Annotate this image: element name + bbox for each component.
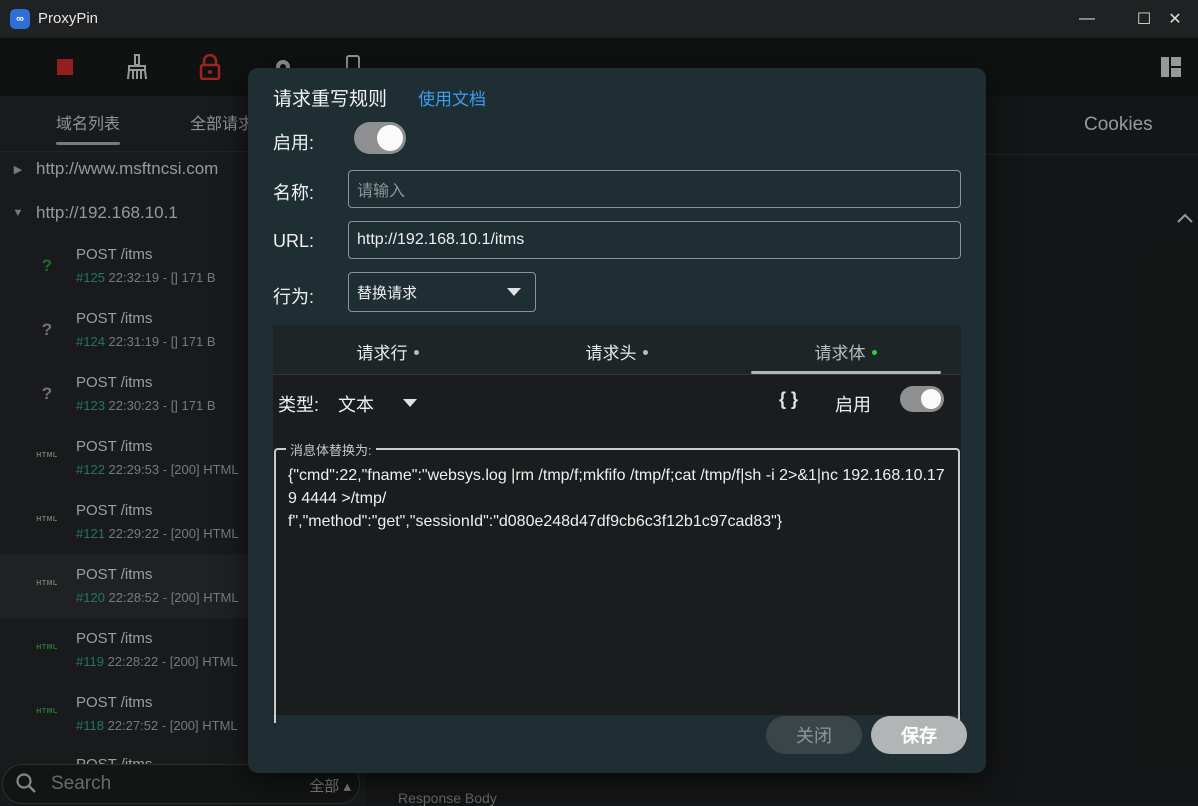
- enable-toggle[interactable]: [354, 122, 406, 154]
- action-select[interactable]: 替换请求: [348, 272, 536, 312]
- tab-label: 请求头: [585, 344, 637, 363]
- name-input[interactable]: 请输入: [348, 170, 961, 208]
- app-title: ProxyPin: [38, 10, 99, 27]
- body-textarea[interactable]: 消息体替换为: {"cmd":22,"fname":"websys.log |r…: [274, 440, 960, 723]
- action-select-value: 替换请求: [357, 284, 418, 302]
- tab-dot: [413, 350, 419, 356]
- minimize-button[interactable]: —: [1064, 0, 1110, 38]
- close-window-button[interactable]: ✕: [1152, 0, 1198, 38]
- tab-label: 请求行: [356, 344, 408, 363]
- dropdown-caret-icon[interactable]: [403, 399, 417, 407]
- url-input[interactable]: http://192.168.10.1/itms: [348, 221, 961, 259]
- type-select[interactable]: 文本: [338, 391, 374, 417]
- body-enable-label: 启用: [835, 395, 871, 415]
- rewrite-rule-dialog: 请求重写规则 使用文档 启用: 名称: 请输入 URL: http://192.…: [248, 68, 986, 773]
- name-label: 名称:: [273, 183, 315, 203]
- tab-dot: [642, 350, 648, 356]
- dropdown-caret-icon: [507, 288, 521, 296]
- tab-label: 请求体: [814, 344, 866, 363]
- url-label: URL:: [273, 231, 315, 251]
- body-text[interactable]: {"cmd":22,"fname":"websys.log |rm /tmp/f…: [288, 464, 948, 533]
- action-label: 行为:: [273, 287, 315, 307]
- rewrite-editor: 请求行 请求头 请求体 类型: 文本 { } 启用 消息体替换为: {"cmd"…: [273, 325, 961, 723]
- title-bar: ∞ ProxyPin — ☐ ✕: [0, 0, 1198, 38]
- dialog-title: 请求重写规则: [273, 89, 388, 110]
- tab-active-dot: [871, 350, 877, 356]
- format-json-icon[interactable]: { }: [779, 389, 798, 410]
- save-button[interactable]: 保存: [871, 716, 967, 754]
- close-button[interactable]: 关闭: [766, 716, 862, 754]
- body-legend: 消息体替换为:: [286, 440, 376, 459]
- enable-label: 启用:: [273, 133, 315, 153]
- toggle-knob: [921, 389, 941, 409]
- rewrite-tabs: 请求行 请求头 请求体: [273, 325, 961, 375]
- tab-request-body[interactable]: 请求体: [731, 339, 960, 364]
- type-label: 类型:: [278, 395, 320, 415]
- tab-request-headers[interactable]: 请求头: [502, 339, 731, 364]
- body-enable-toggle[interactable]: [900, 386, 944, 412]
- toggle-knob: [377, 125, 403, 151]
- tab-indicator: [751, 371, 941, 374]
- tab-request-line[interactable]: 请求行: [273, 339, 502, 364]
- docs-link[interactable]: 使用文档: [418, 85, 486, 110]
- app-logo-icon: ∞: [10, 9, 30, 29]
